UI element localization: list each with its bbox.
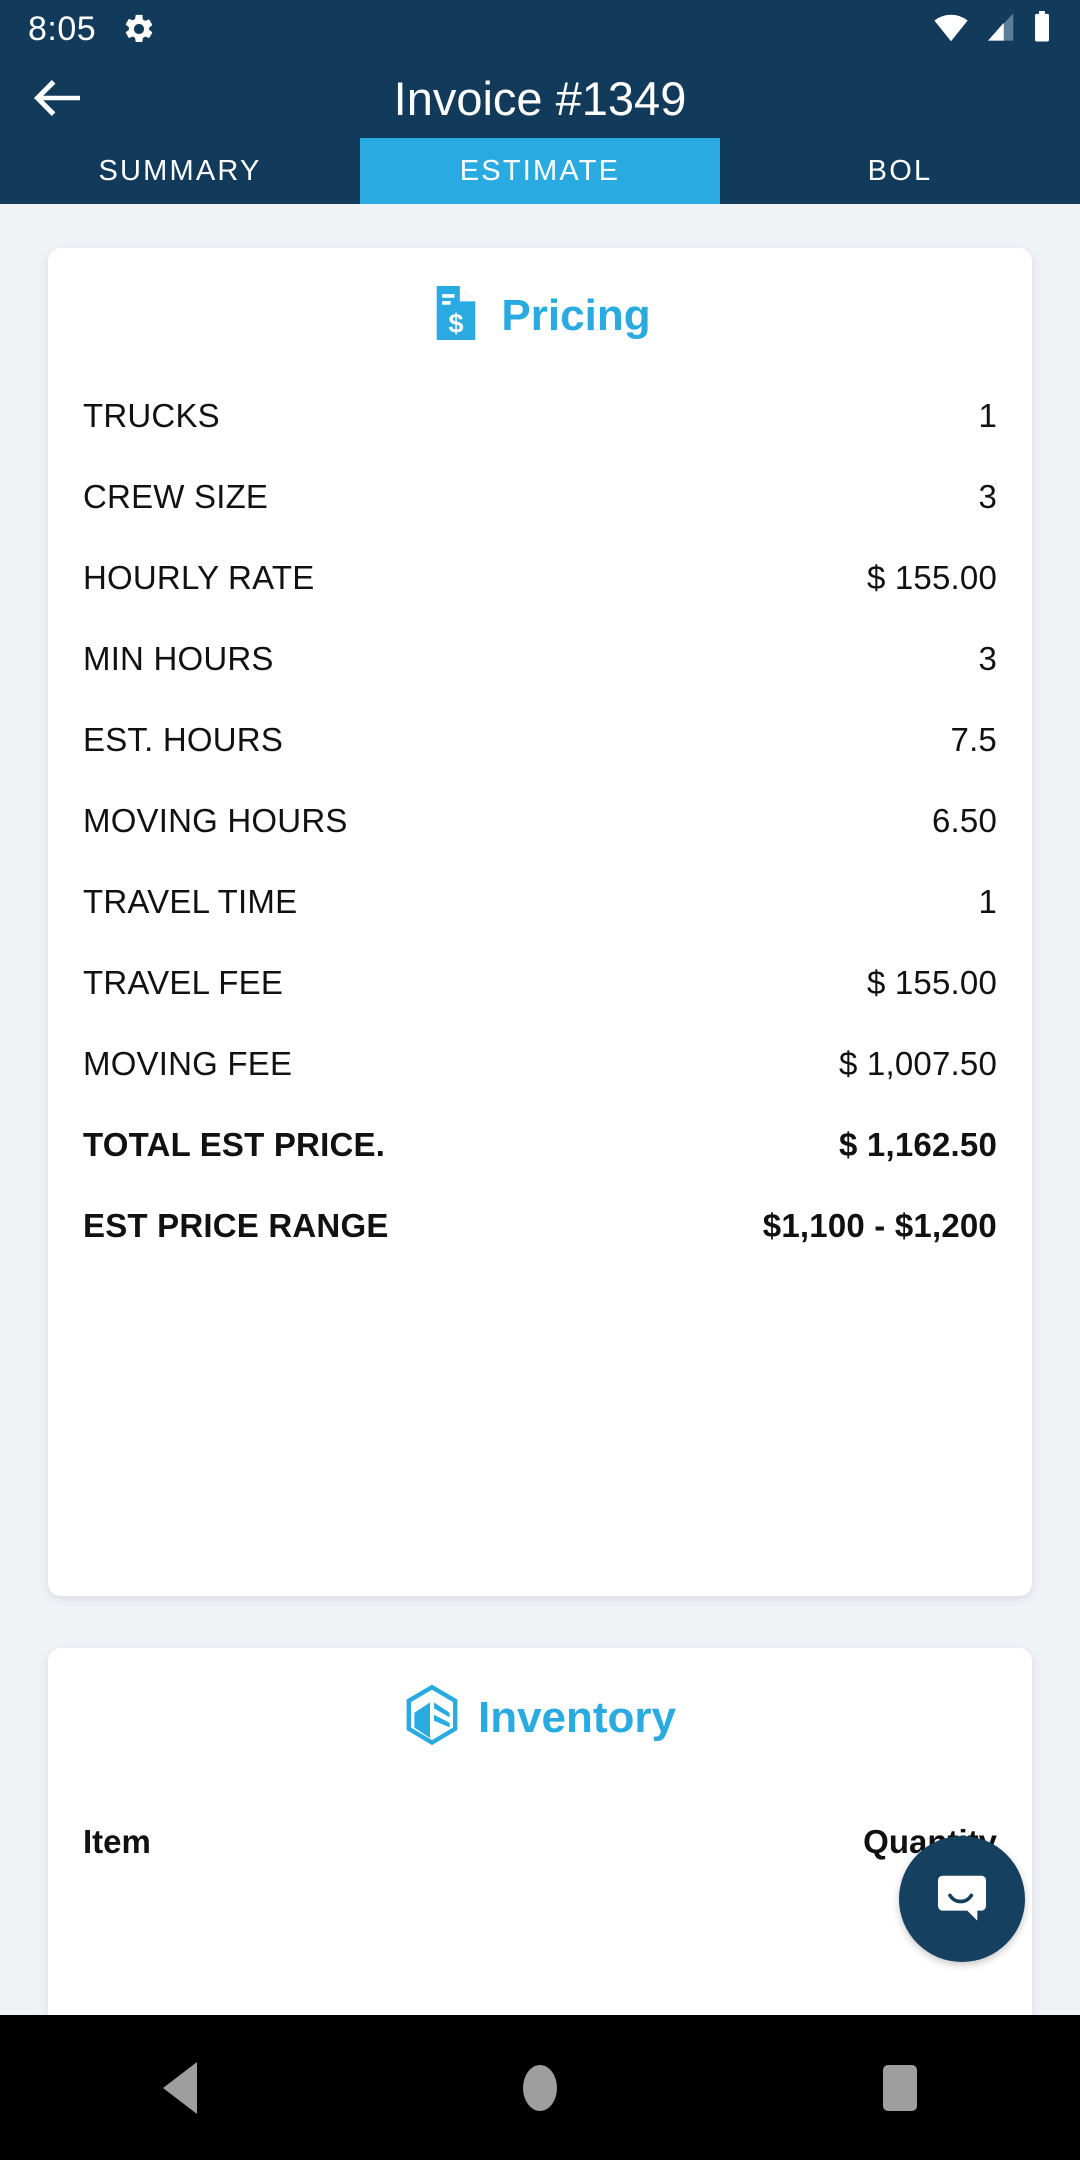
row-label: HOURLY RATE [83, 558, 315, 596]
system-navigation-bar [0, 2015, 1080, 2160]
home-icon [523, 2064, 557, 2111]
wifi-icon [932, 12, 970, 47]
box-cube-icon [404, 1684, 460, 1751]
inventory-table-header: Item Quantity [48, 1757, 1032, 1861]
row-label: MOVING FEE [83, 1044, 293, 1082]
back-icon [163, 2061, 197, 2114]
nav-back-button[interactable] [0, 2015, 360, 2160]
scroll-content[interactable]: $ Pricing TRUCKS 1 CREW SIZE 3 HOURLY RA… [0, 204, 1080, 2015]
tab-summary[interactable]: SUMMARY [0, 138, 360, 204]
row-label: CREW SIZE [83, 477, 269, 515]
page-title: Invoice #1349 [393, 71, 687, 125]
row-label: EST. HOURS [83, 720, 284, 758]
tab-bar: SUMMARY ESTIMATE BOL [0, 138, 1080, 204]
row-value: 3 [978, 639, 997, 677]
inventory-column-item: Item [83, 1823, 151, 1860]
table-row: MOVING HOURS 6.50 [78, 780, 1002, 861]
inventory-card-header: Inventory [48, 1648, 1032, 1757]
status-bar-right [932, 10, 1052, 48]
row-value: 6.50 [931, 801, 997, 839]
table-row: EST. HOURS 7.5 [78, 699, 1002, 780]
recents-icon [883, 2064, 917, 2111]
row-label: TRUCKS [83, 396, 220, 434]
row-value: $ 155.00 [866, 558, 997, 596]
row-value: 1 [978, 882, 997, 920]
table-row: HOURLY RATE $ 155.00 [78, 537, 1002, 618]
status-bar: 8:05 [0, 0, 1080, 58]
row-value: 7.5 [950, 720, 997, 758]
tab-bol[interactable]: BOL [720, 138, 1080, 204]
pricing-title: Pricing [501, 290, 651, 340]
row-value: 3 [978, 477, 997, 515]
tab-estimate[interactable]: ESTIMATE [360, 138, 720, 204]
svg-text:$: $ [449, 308, 464, 338]
table-row: TRAVEL TIME 1 [78, 861, 1002, 942]
inventory-title: Inventory [477, 1692, 677, 1742]
row-label: TRAVEL FEE [83, 963, 284, 1001]
nav-home-button[interactable] [360, 2015, 720, 2160]
status-bar-left: 8:05 [28, 12, 156, 46]
row-label: TRAVEL TIME [83, 882, 298, 920]
pricing-card: $ Pricing TRUCKS 1 CREW SIZE 3 HOURLY RA… [48, 248, 1032, 1596]
table-row: MOVING FEE $ 1,007.50 [78, 1023, 1002, 1104]
phone-screen: 8:05 Invoice #1349 SUMMARY ESTIMATE BOL … [0, 0, 1080, 2160]
chat-launcher-button[interactable] [899, 1836, 1025, 1962]
row-label: MOVING HOURS [83, 801, 348, 839]
chat-bubble-icon [931, 1866, 993, 1933]
row-value: 1 [978, 396, 997, 434]
pricing-card-header: $ Pricing [48, 248, 1032, 353]
table-row-range: EST PRICE RANGE $1,100 - $1,200 [78, 1185, 1002, 1266]
table-row: CREW SIZE 3 [78, 456, 1002, 537]
row-value: $1,100 - $1,200 [762, 1206, 997, 1244]
app-bar: Invoice #1349 [0, 58, 1080, 138]
invoice-dollar-icon: $ [429, 284, 483, 347]
table-row-total: TOTAL EST PRICE. $ 1,162.50 [78, 1104, 1002, 1185]
table-row: MIN HOURS 3 [78, 618, 1002, 699]
nav-recents-button[interactable] [720, 2015, 1080, 2160]
inventory-card: Inventory Item Quantity [48, 1648, 1032, 2015]
row-value: $ 1,162.50 [839, 1125, 997, 1163]
table-row: TRAVEL FEE $ 155.00 [78, 942, 1002, 1023]
row-value: $ 1,007.50 [839, 1044, 997, 1082]
cellular-signal-icon [984, 12, 1018, 47]
pricing-rows: TRUCKS 1 CREW SIZE 3 HOURLY RATE $ 155.0… [48, 353, 1032, 1266]
table-row: TRUCKS 1 [78, 375, 1002, 456]
row-value: $ 155.00 [866, 963, 997, 1001]
gear-icon [122, 12, 156, 46]
row-label: TOTAL EST PRICE. [83, 1125, 386, 1163]
status-time: 8:05 [28, 10, 97, 48]
battery-icon [1032, 10, 1052, 48]
row-label: EST PRICE RANGE [83, 1206, 389, 1244]
row-label: MIN HOURS [83, 639, 274, 677]
